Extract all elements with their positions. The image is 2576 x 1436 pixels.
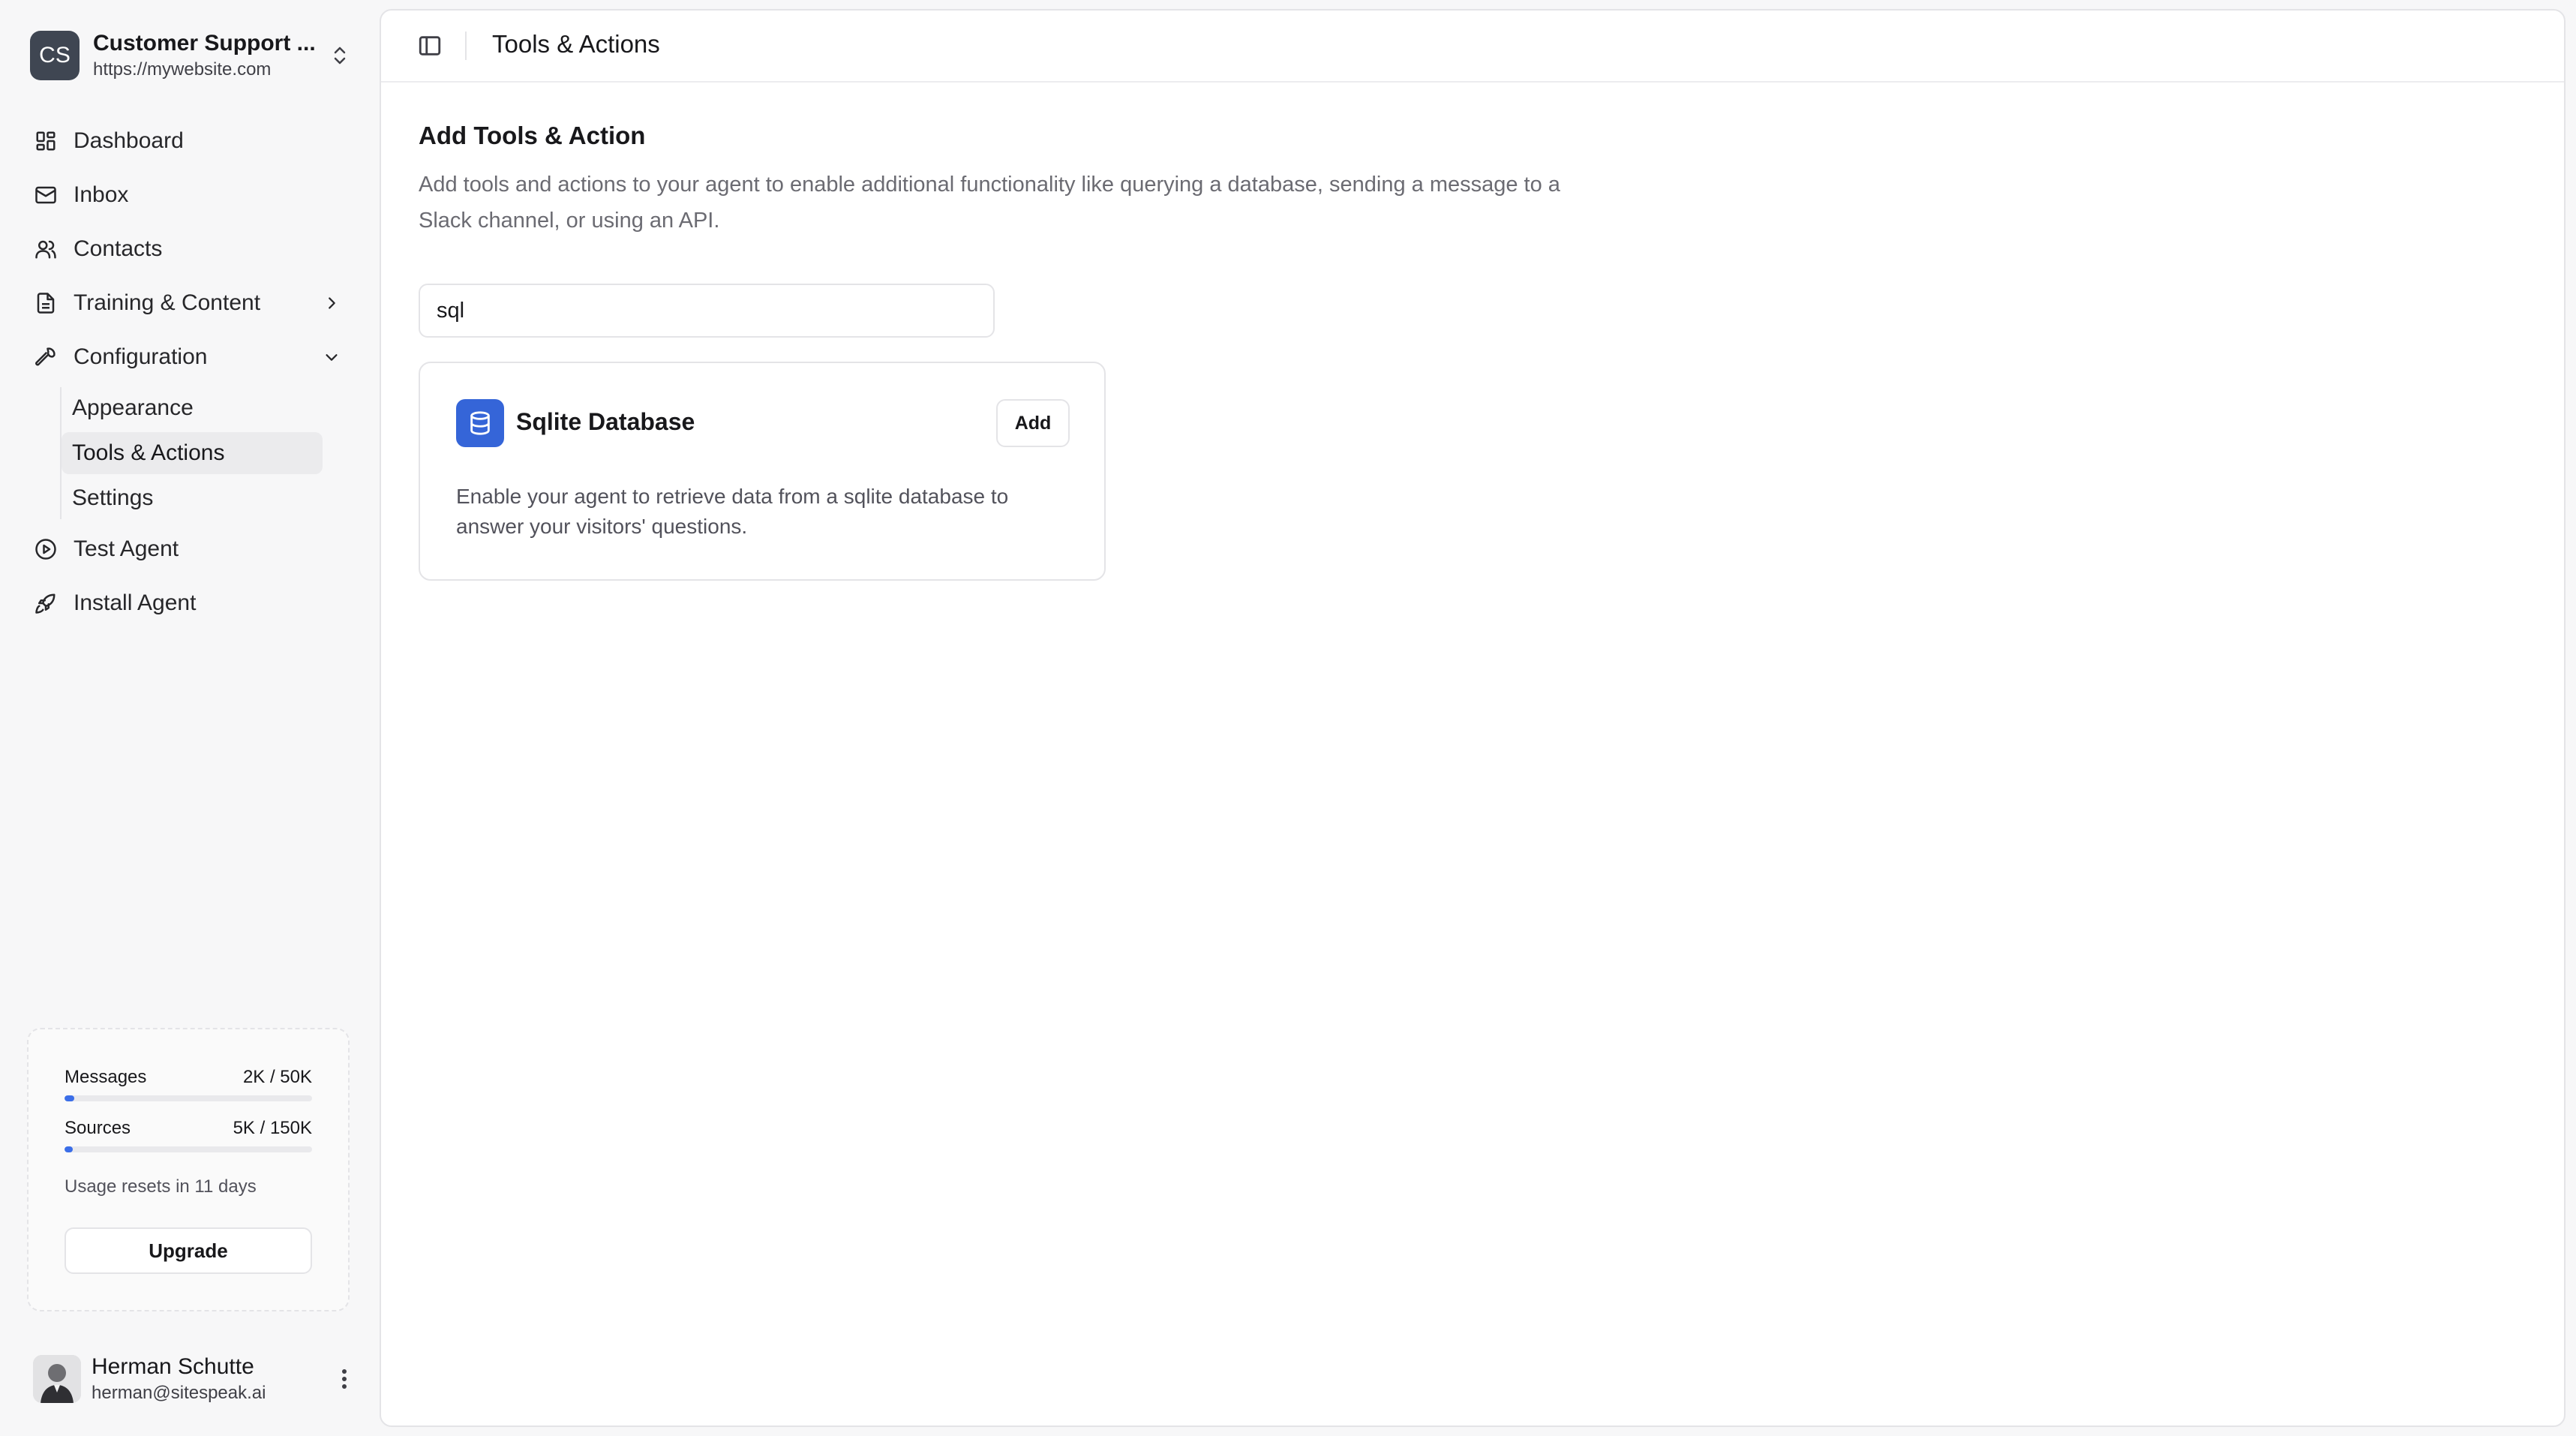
sidebar-item-configuration[interactable]: Configuration [27, 330, 357, 384]
sidebar-item-install-agent[interactable]: Install Agent [27, 576, 357, 630]
chevron-right-icon[interactable] [321, 293, 342, 314]
usage-reset-note: Usage resets in 11 days [65, 1176, 257, 1197]
sidebar-item-label: Contacts [74, 236, 163, 261]
page-title: Tools & Actions [492, 30, 660, 58]
sources-progress-fill [65, 1146, 73, 1152]
workspace-name: Customer Support ... [93, 31, 316, 56]
sidebar-item-appearance[interactable]: Appearance [62, 387, 323, 429]
configuration-subnav: Appearance Tools & Actions Settings [60, 387, 357, 519]
messages-progress-fill [65, 1095, 75, 1101]
user-name: Herman Schutte [92, 1354, 254, 1379]
dashboard-icon [33, 128, 59, 154]
section-title: Add Tools & Action [419, 122, 646, 149]
sources-label: Sources [65, 1118, 131, 1138]
tool-card-sqlite: Sqlite Database Add Enable your agent to… [419, 362, 1106, 581]
messages-value: 2K / 50K [242, 1067, 312, 1087]
search-input[interactable] [419, 284, 995, 338]
tool-card-description: Enable your agent to retrieve data from … [456, 485, 1009, 538]
sidebar-toggle-icon[interactable] [417, 33, 443, 59]
workspace-url: https://mywebsite.com [93, 59, 272, 80]
sidebar-item-label: Test Agent [74, 536, 179, 561]
chevron-down-icon[interactable] [321, 347, 342, 368]
users-icon [33, 236, 59, 262]
chevrons-up-down-icon[interactable] [327, 41, 353, 71]
sources-usage: Sources 5K / 150K [65, 1118, 312, 1139]
main-panel: Tools & Actions Add Tools & Action Add t… [380, 9, 2565, 1427]
sidebar-item-label: Training & Content [74, 290, 261, 315]
avatar [33, 1355, 81, 1403]
user-menu[interactable]: Herman Schutte herman@sitespeak.ai [33, 1350, 356, 1407]
wrench-icon [33, 344, 59, 370]
tool-card-title: Sqlite Database [516, 408, 695, 435]
workspace-avatar: CS [30, 31, 80, 80]
page-header: Tools & Actions [381, 11, 2564, 83]
messages-progress-bar [65, 1095, 312, 1101]
sidebar-item-settings[interactable]: Settings [62, 477, 323, 519]
sidebar-item-label: Dashboard [74, 128, 184, 153]
tools-section: Add Tools & Action Add tools and actions… [419, 122, 1574, 581]
rocket-icon [33, 590, 59, 616]
mail-icon [33, 182, 59, 208]
sources-value: 5K / 150K [233, 1118, 312, 1138]
add-tool-button[interactable]: Add [996, 399, 1070, 447]
sources-progress-bar [65, 1146, 312, 1152]
section-description: Add tools and actions to your agent to e… [419, 173, 1560, 233]
database-icon [456, 399, 504, 447]
sidebar-item-test-agent[interactable]: Test Agent [27, 522, 357, 576]
workspace-switcher[interactable]: CS Customer Support ... https://mywebsit… [30, 27, 353, 84]
sidebar-item-training[interactable]: Training & Content [27, 276, 357, 330]
messages-label: Messages [65, 1067, 147, 1087]
sidebar-item-inbox[interactable]: Inbox [27, 168, 357, 222]
file-text-icon [33, 290, 59, 316]
messages-usage: Messages 2K / 50K [65, 1067, 312, 1088]
header-divider [465, 32, 467, 60]
more-vertical-icon[interactable] [333, 1364, 356, 1394]
sidebar-item-contacts[interactable]: Contacts [27, 222, 357, 276]
sidebar-nav: Dashboard Inbox Contacts Training & Cont… [27, 114, 357, 630]
upgrade-button[interactable]: Upgrade [65, 1227, 312, 1274]
sidebar-item-tools-actions[interactable]: Tools & Actions [62, 432, 323, 474]
sidebar-item-dashboard[interactable]: Dashboard [27, 114, 357, 168]
user-email: herman@sitespeak.ai [92, 1383, 266, 1403]
app-root: CS Customer Support ... https://mywebsit… [0, 0, 2576, 1436]
usage-card: Messages 2K / 50K Sources 5K / 150K Usag… [27, 1028, 350, 1311]
play-circle-icon [33, 536, 59, 562]
sidebar-item-label: Install Agent [74, 590, 197, 615]
sidebar: CS Customer Support ... https://mywebsit… [0, 0, 380, 1436]
sidebar-item-label: Inbox [74, 182, 129, 207]
sidebar-item-label: Configuration [74, 344, 208, 369]
